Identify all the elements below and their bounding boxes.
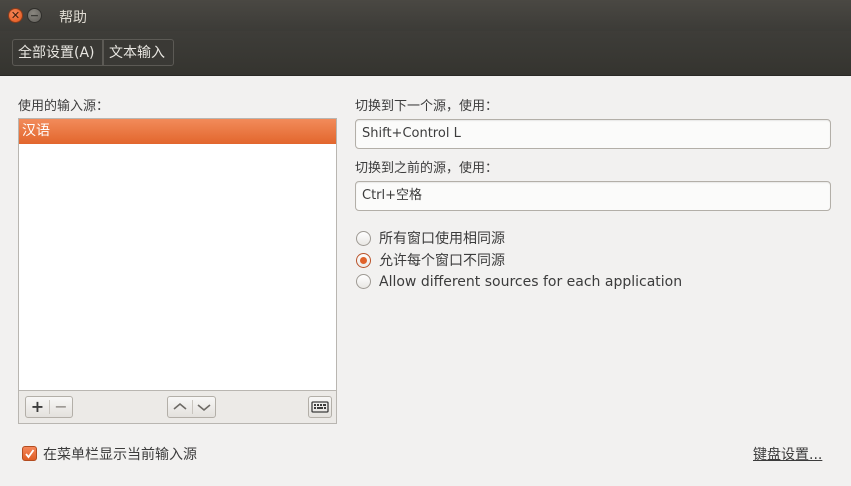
navigation-bar: 全部设置(A) 文本输入: [0, 31, 851, 76]
keyboard-settings-link[interactable]: 键盘设置...: [753, 444, 822, 464]
switch-next-shortcut-field[interactable]: Shift+Control L: [355, 119, 831, 149]
radio-button-selected[interactable]: [356, 253, 371, 268]
switch-next-label: 切换到下一个源，使用：: [355, 99, 499, 114]
radio-label: 所有窗口使用相同源: [379, 231, 505, 247]
show-in-menubar-label[interactable]: 在菜单栏显示当前输入源: [43, 444, 197, 464]
close-icon: ✕: [10, 9, 21, 22]
chevron-down-icon: [197, 404, 211, 412]
close-window-button[interactable]: ✕: [8, 8, 23, 23]
keyboard-layout-button[interactable]: [308, 396, 332, 418]
move-up-button[interactable]: [168, 397, 192, 417]
switch-prev-shortcut-field[interactable]: Ctrl+空格: [355, 181, 831, 211]
add-source-button[interactable]: +: [26, 397, 49, 417]
radio-label: 允许每个窗口不同源: [379, 253, 505, 269]
text-entry-button[interactable]: 文本输入: [103, 39, 174, 66]
minimize-icon: −: [29, 9, 40, 22]
move-group: [167, 396, 216, 418]
minimize-window-button[interactable]: −: [27, 8, 42, 23]
switch-prev-label: 切换到之前的源，使用：: [355, 161, 499, 176]
input-sources-list: 汉语: [18, 118, 337, 391]
remove-source-button[interactable]: −: [50, 397, 72, 417]
radio-label: Allow different sources for each applica…: [379, 274, 683, 290]
add-remove-group: + −: [25, 396, 73, 418]
input-sources-toolbar: + −: [18, 391, 337, 424]
checkmark-icon: [25, 449, 35, 459]
list-item[interactable]: 汉语: [19, 119, 336, 144]
keyboard-icon: [311, 401, 329, 413]
chevron-up-icon: [173, 402, 187, 410]
radio-button[interactable]: [356, 231, 371, 246]
move-down-button[interactable]: [193, 397, 215, 417]
window-title: 帮助: [59, 10, 87, 26]
title-bar: ✕ − 帮助: [0, 0, 851, 31]
all-settings-button[interactable]: 全部设置(A): [12, 39, 103, 66]
show-in-menubar-checkbox[interactable]: [22, 446, 37, 461]
input-sources-label: 使用的输入源：: [18, 99, 110, 114]
radio-button[interactable]: [356, 274, 371, 289]
